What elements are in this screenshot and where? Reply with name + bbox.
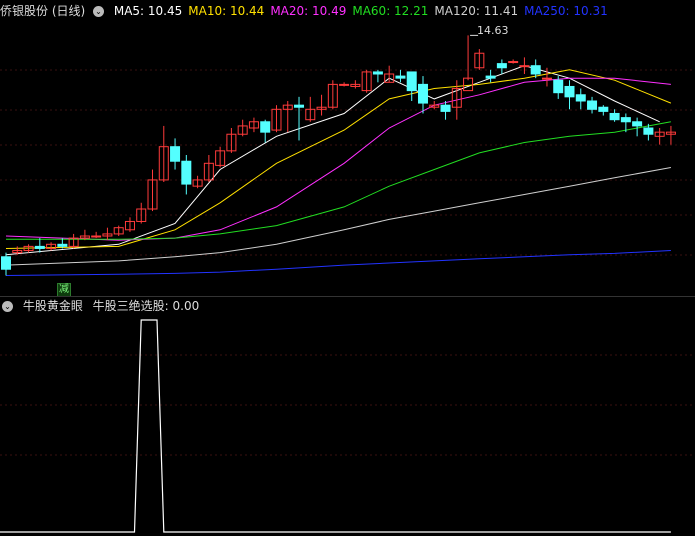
candle bbox=[508, 59, 519, 64]
candle-body bbox=[406, 71, 417, 92]
candle bbox=[113, 225, 124, 236]
indicator-plot bbox=[0, 319, 671, 533]
candle bbox=[575, 88, 586, 110]
candle bbox=[395, 69, 406, 83]
candle bbox=[587, 96, 598, 114]
ma-line-ma250 bbox=[5, 250, 671, 276]
candle bbox=[327, 80, 338, 110]
candle-body bbox=[372, 71, 383, 75]
ma-label: MA5: 10.45 bbox=[113, 4, 183, 18]
candle-body bbox=[485, 75, 496, 79]
collapse-icon[interactable]: ⌄ bbox=[2, 301, 13, 312]
ma-label: MA10: 10.44 bbox=[188, 4, 265, 18]
candle-body bbox=[553, 79, 564, 94]
candle bbox=[68, 233, 79, 249]
candle bbox=[124, 217, 135, 232]
candle bbox=[474, 49, 485, 70]
candle bbox=[203, 155, 214, 182]
candle bbox=[158, 125, 169, 182]
candle bbox=[136, 202, 147, 224]
candle-body bbox=[339, 83, 350, 86]
candle bbox=[294, 96, 305, 141]
indicator-value: 牛股三绝选股: 0.00 bbox=[92, 299, 200, 313]
candle bbox=[34, 238, 45, 253]
candle bbox=[237, 119, 248, 137]
candle bbox=[564, 80, 575, 110]
candle bbox=[339, 82, 350, 87]
sub-header: ⌄ 牛股黄金眼 牛股三绝选股: 0.00 bbox=[0, 297, 205, 315]
signal-badge: 减 bbox=[57, 283, 71, 297]
candle bbox=[350, 80, 361, 89]
candle bbox=[406, 71, 417, 101]
candle-body bbox=[564, 85, 575, 98]
candle-body bbox=[530, 65, 541, 75]
candle-body bbox=[575, 94, 586, 102]
candle-body bbox=[57, 243, 68, 247]
candle bbox=[91, 231, 102, 239]
candle-body bbox=[587, 100, 598, 110]
candle-body bbox=[260, 121, 271, 133]
candle-body bbox=[440, 104, 451, 112]
candle-body bbox=[91, 235, 102, 238]
ma-line-ma120 bbox=[5, 167, 671, 266]
candle-body bbox=[417, 83, 428, 104]
candle bbox=[215, 146, 226, 168]
candle bbox=[305, 96, 316, 122]
candle bbox=[226, 128, 237, 153]
candle-body bbox=[1, 256, 11, 270]
candle bbox=[316, 94, 327, 116]
candle bbox=[417, 76, 428, 114]
candle bbox=[372, 69, 383, 83]
candle bbox=[654, 128, 665, 145]
candle-body bbox=[598, 106, 609, 112]
candle-body bbox=[643, 127, 654, 135]
indicator-title: 牛股黄金眼 bbox=[22, 299, 83, 313]
candle-body bbox=[496, 63, 507, 69]
candle bbox=[519, 57, 530, 74]
candle bbox=[102, 227, 113, 241]
candle bbox=[665, 125, 676, 145]
candle-body bbox=[181, 160, 192, 185]
candle bbox=[260, 119, 271, 143]
candle bbox=[496, 59, 507, 74]
candle-body bbox=[34, 245, 45, 249]
stock-title: 侨银股份 (日线) bbox=[0, 4, 86, 18]
candle-body bbox=[632, 121, 643, 127]
candle bbox=[46, 242, 57, 251]
candle bbox=[609, 109, 620, 122]
candle-body bbox=[519, 65, 530, 68]
candle bbox=[598, 105, 609, 116]
ma-label: MA20: 10.49 bbox=[270, 4, 347, 18]
candle bbox=[485, 69, 496, 83]
high-price-label: 14.63 bbox=[477, 24, 509, 37]
ma-label: MA250: 10.31 bbox=[524, 4, 608, 18]
ma-label: MA60: 12.21 bbox=[352, 4, 429, 18]
candle bbox=[463, 35, 474, 92]
candle bbox=[1, 252, 11, 276]
candle bbox=[271, 105, 282, 133]
candle bbox=[282, 101, 293, 133]
candle bbox=[361, 69, 372, 93]
candle-body bbox=[395, 75, 406, 79]
candle-body bbox=[541, 77, 552, 80]
candle-body bbox=[609, 112, 620, 121]
kline-chart[interactable] bbox=[0, 0, 695, 536]
ma-line-ma60 bbox=[6, 121, 671, 240]
candle bbox=[429, 101, 440, 110]
collapse-icon[interactable]: ⌄ bbox=[93, 6, 105, 17]
candle bbox=[147, 169, 158, 212]
candle-body bbox=[620, 117, 631, 123]
candle bbox=[181, 155, 192, 195]
main-header: 侨银股份 (日线) ⌄ MA5: 10.45 MA10: 10.44 MA20: 1… bbox=[0, 2, 620, 20]
ma-labels: MA5: 10.45 MA10: 10.44 MA20: 10.49 MA60: 12… bbox=[114, 4, 614, 18]
ma-line-ma20 bbox=[5, 77, 671, 241]
candle-body bbox=[170, 146, 181, 162]
candle bbox=[248, 117, 259, 133]
indicator-line bbox=[0, 319, 671, 533]
candle bbox=[170, 138, 181, 170]
candle-body bbox=[294, 104, 305, 108]
candle bbox=[192, 175, 203, 189]
candle-body bbox=[508, 61, 519, 64]
ma-label: MA120: 11.41 bbox=[434, 4, 519, 18]
